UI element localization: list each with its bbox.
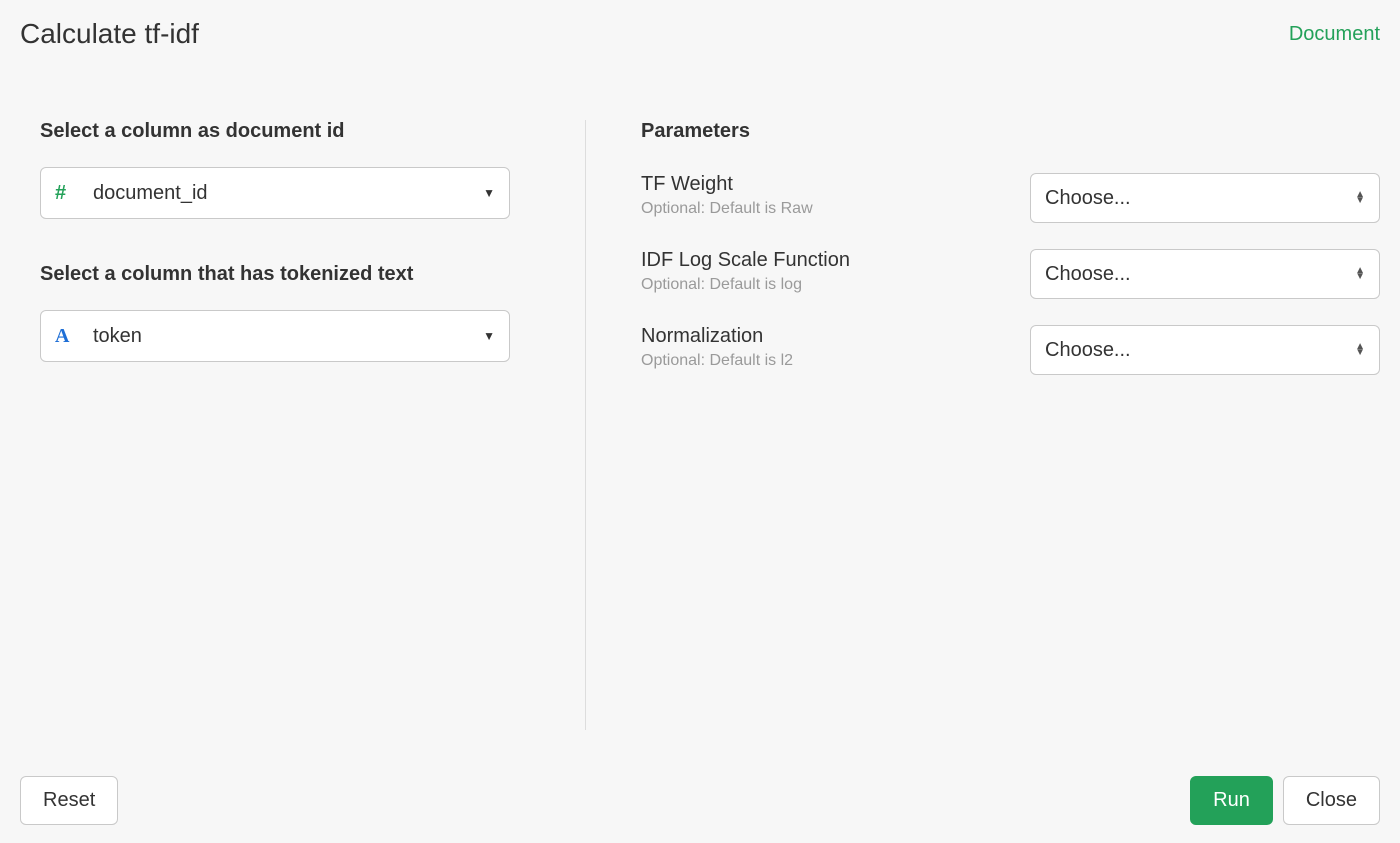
doc-id-value: document_id [93,182,483,205]
normalization-select[interactable]: Choose... ▲▼ [1030,325,1380,375]
select-placeholder: Choose... [1045,263,1131,286]
doc-id-column-select[interactable]: # document_id ▼ [40,167,510,219]
left-panel: Select a column as document id # documen… [40,120,585,730]
normalization-sub: Optional: Default is l2 [641,352,1030,370]
select-placeholder: Choose... [1045,339,1131,362]
right-panel: Parameters TF Weight Optional: Default i… [585,120,1380,730]
reset-button[interactable]: Reset [20,776,118,825]
token-value: token [93,325,483,348]
tf-weight-label: TF Weight [641,173,1030,196]
idf-log-sub: Optional: Default is log [641,276,1030,294]
chevron-down-icon: ▼ [483,186,495,200]
run-button[interactable]: Run [1190,776,1273,825]
document-link[interactable]: Document [1289,23,1380,46]
chevron-down-icon: ▼ [483,329,495,343]
close-button[interactable]: Close [1283,776,1380,825]
tf-weight-sub: Optional: Default is Raw [641,200,1030,218]
sort-icon: ▲▼ [1355,268,1365,280]
token-column-label: Select a column that has tokenized text [40,263,545,286]
text-column-icon: A [55,325,79,348]
sort-icon: ▲▼ [1355,192,1365,204]
select-placeholder: Choose... [1045,187,1131,210]
doc-id-label: Select a column as document id [40,120,545,143]
number-column-icon: # [55,182,79,205]
idf-log-label: IDF Log Scale Function [641,249,1030,272]
parameters-heading: Parameters [641,120,1380,143]
idf-log-select[interactable]: Choose... ▲▼ [1030,249,1380,299]
normalization-label: Normalization [641,325,1030,348]
sort-icon: ▲▼ [1355,344,1365,356]
tf-weight-select[interactable]: Choose... ▲▼ [1030,173,1380,223]
token-column-select[interactable]: A token ▼ [40,310,510,362]
page-title: Calculate tf-idf [20,18,199,50]
